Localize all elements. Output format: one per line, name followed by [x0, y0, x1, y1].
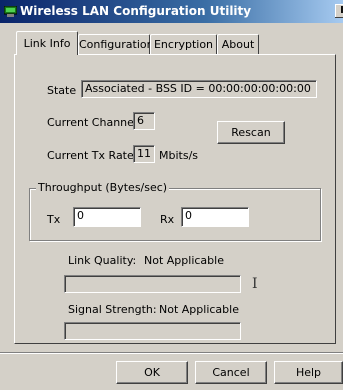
rescan-button[interactable]: Rescan: [217, 121, 285, 144]
help-button[interactable]: Help: [274, 361, 343, 384]
rx-label: Rx: [160, 213, 175, 226]
rx-field: 0: [181, 207, 249, 227]
tab-about[interactable]: About: [217, 34, 259, 54]
throughput-title: Throughput (Bytes/sec): [36, 181, 170, 194]
link-quality-label: Link Quality:: [68, 254, 137, 267]
cancel-button[interactable]: Cancel: [195, 361, 267, 384]
tab-encryption[interactable]: Encryption: [150, 34, 217, 54]
ok-button[interactable]: OK: [116, 361, 188, 384]
link-quality-value: Not Applicable: [144, 254, 224, 267]
wireless-app-icon: [3, 5, 18, 17]
window-title: Wireless LAN Configuration Utility: [20, 4, 252, 18]
tx-label: Tx: [47, 213, 61, 226]
signal-strength-value: Not Applicable: [159, 303, 239, 316]
signal-strength-bar: [64, 322, 241, 340]
tab-link-info[interactable]: Link Info: [16, 31, 78, 55]
channel-label: Current Channel: [47, 116, 137, 129]
title-bar[interactable]: Wireless LAN Configuration Utility I: [0, 0, 343, 23]
title-bar-button[interactable]: I: [335, 4, 343, 18]
text-cursor-icon: I: [252, 276, 258, 292]
tab-configuration[interactable]: Configuration: [78, 34, 154, 54]
signal-strength-label: Signal Strength:: [68, 303, 157, 316]
tx-rate-field: 11: [133, 145, 155, 163]
tx-rate-label: Current Tx Rate: [47, 149, 134, 162]
state-label: State: [47, 84, 77, 97]
separator: [0, 352, 343, 354]
tx-field: 0: [73, 207, 141, 227]
link-quality-bar: [64, 275, 241, 293]
channel-field: 6: [133, 112, 155, 130]
state-field: Associated - BSS ID = 00:00:00:00:00:00: [81, 80, 317, 98]
tx-rate-unit: Mbits/s: [159, 149, 199, 162]
